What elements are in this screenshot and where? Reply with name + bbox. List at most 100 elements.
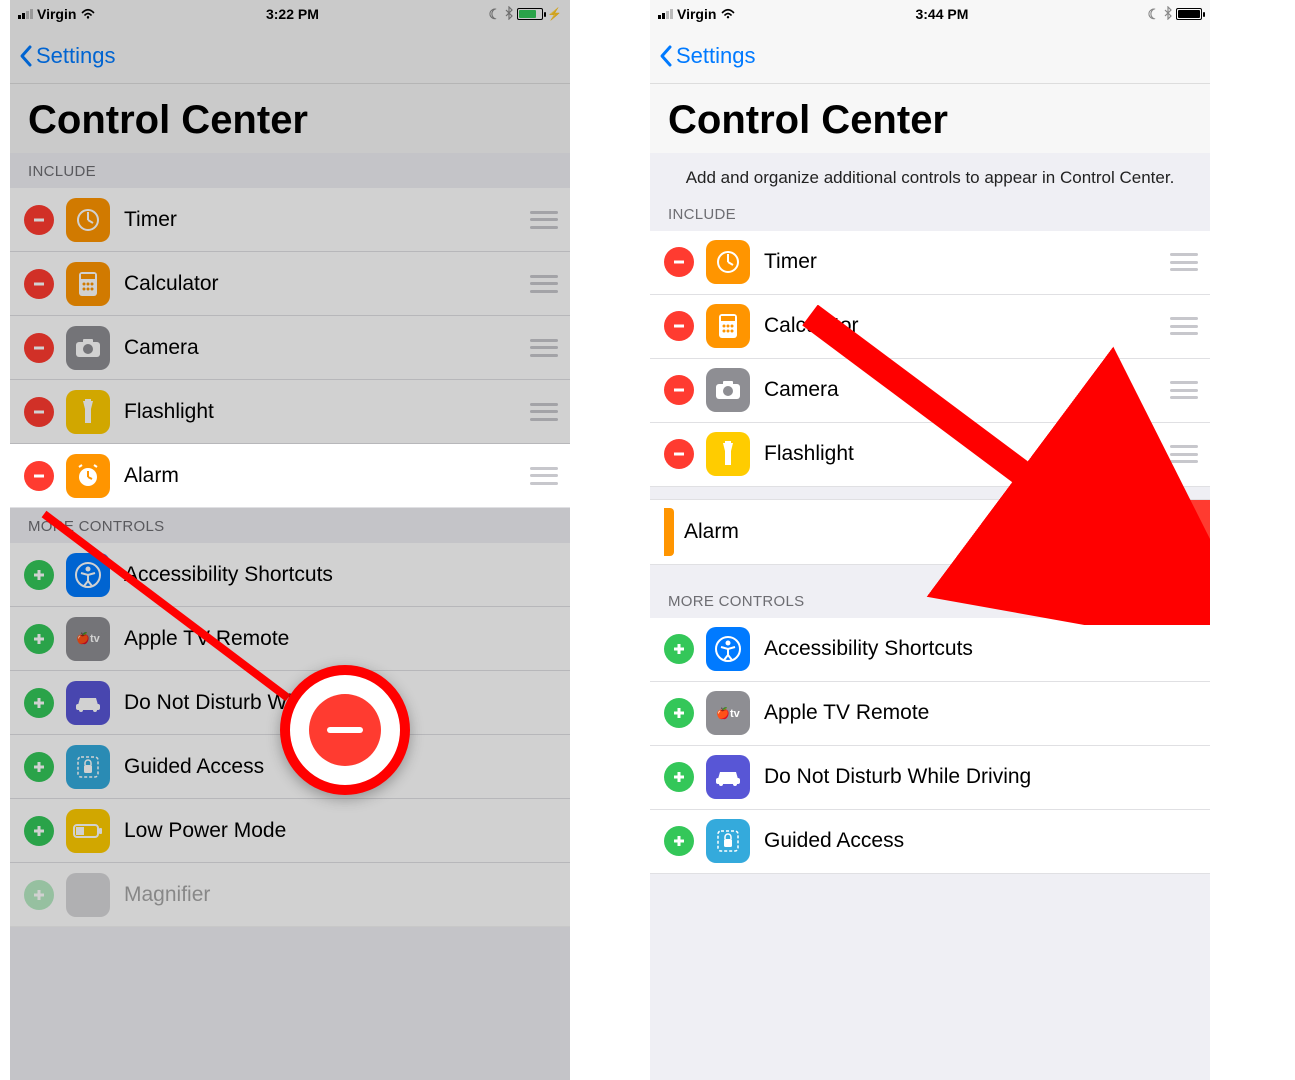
row-label: Apple TV Remote	[764, 701, 1198, 725]
back-button[interactable]: Settings	[658, 43, 756, 69]
more-row-accessibility[interactable]: Accessibility Shortcuts	[650, 618, 1210, 682]
include-row-alarm[interactable]: Alarm	[10, 444, 570, 508]
row-label: Timer	[764, 250, 1160, 274]
add-plus-icon[interactable]	[24, 560, 54, 590]
row-label: Alarm	[124, 464, 520, 488]
more-row-appletv[interactable]: 🍎tv Apple TV Remote	[650, 682, 1210, 746]
remove-minus-icon[interactable]	[664, 247, 694, 277]
include-row-calculator[interactable]: Calculator	[650, 295, 1210, 359]
more-row-guided[interactable]: Guided Access	[650, 810, 1210, 874]
row-label: Calculator	[764, 314, 1160, 338]
section-more-label: MORE CONTROLS	[10, 508, 570, 543]
add-plus-icon[interactable]	[664, 698, 694, 728]
drag-handle-icon[interactable]	[1046, 523, 1074, 541]
more-row-appletv[interactable]: 🍎tv Apple TV Remote	[10, 607, 570, 671]
remove-minus-icon[interactable]	[664, 439, 694, 469]
drag-handle-icon[interactable]	[530, 211, 558, 229]
drag-handle-icon[interactable]	[1170, 253, 1198, 271]
row-label: Do Not Disturb While Driving	[764, 765, 1198, 789]
include-row-flashlight[interactable]: Flashlight	[10, 380, 570, 444]
remove-button[interactable]: Remove	[1088, 500, 1210, 564]
include-list: Timer Calculator Camera Flashlight	[650, 231, 1210, 487]
car-icon	[66, 681, 110, 725]
camera-icon	[66, 326, 110, 370]
drag-handle-icon[interactable]	[530, 275, 558, 293]
back-label: Settings	[676, 43, 756, 69]
remove-minus-icon[interactable]	[24, 269, 54, 299]
clock-label: 3:44 PM	[915, 6, 968, 22]
row-label: Low Power Mode	[124, 819, 558, 843]
row-label: Accessibility Shortcuts	[764, 637, 1198, 661]
back-label: Settings	[36, 43, 116, 69]
row-label: Alarm	[684, 520, 1036, 544]
battery-icon	[1176, 8, 1202, 20]
calculator-icon	[706, 304, 750, 348]
row-label: Magnifier	[124, 883, 558, 907]
remove-minus-icon[interactable]	[24, 461, 54, 491]
more-list: Accessibility Shortcuts 🍎tv Apple TV Rem…	[650, 618, 1210, 874]
remove-minus-icon	[309, 694, 381, 766]
annotation-magnifier	[280, 665, 410, 795]
include-row-timer[interactable]: Timer	[10, 188, 570, 252]
row-label: Calculator	[124, 272, 520, 296]
section-include-label: INCLUDE	[10, 153, 570, 188]
timer-icon	[706, 240, 750, 284]
drag-handle-icon[interactable]	[530, 339, 558, 357]
more-row-accessibility[interactable]: Accessibility Shortcuts	[10, 543, 570, 607]
add-plus-icon[interactable]	[24, 752, 54, 782]
add-plus-icon[interactable]	[24, 880, 54, 910]
remove-minus-icon[interactable]	[24, 205, 54, 235]
cell-signal-icon	[658, 9, 673, 19]
carrier-label: Virgin	[677, 6, 716, 22]
camera-icon	[706, 368, 750, 412]
nav-bar: Settings	[10, 28, 570, 84]
back-button[interactable]: Settings	[18, 43, 116, 69]
remove-minus-icon[interactable]	[664, 311, 694, 341]
include-row-camera[interactable]: Camera	[10, 316, 570, 380]
dnd-moon-icon: ☾	[1147, 6, 1160, 23]
carrier-label: Virgin	[37, 6, 76, 22]
screenshot-left: Virgin 3:22 PM ☾ ⚡ Settings Control Cent…	[10, 0, 570, 1080]
more-row-dnd-driving[interactable]: Do Not Disturb While Driving	[650, 746, 1210, 810]
remove-minus-icon[interactable]	[664, 375, 694, 405]
drag-handle-icon[interactable]	[1170, 317, 1198, 335]
alarm-icon-sliver	[664, 508, 674, 556]
add-plus-icon[interactable]	[664, 634, 694, 664]
apple-tv-icon: 🍎tv	[706, 691, 750, 735]
battery-icon	[66, 809, 110, 853]
alarm-icon	[66, 454, 110, 498]
more-row-magnifier[interactable]: Magnifier	[10, 863, 570, 927]
include-row-flashlight[interactable]: Flashlight	[650, 423, 1210, 487]
include-row-timer[interactable]: Timer	[650, 231, 1210, 295]
add-plus-icon[interactable]	[664, 762, 694, 792]
add-plus-icon[interactable]	[24, 624, 54, 654]
section-include-label: INCLUDE	[650, 196, 1210, 231]
cell-signal-icon	[18, 9, 33, 19]
wifi-icon	[80, 6, 96, 23]
flashlight-icon	[66, 390, 110, 434]
accessibility-icon	[706, 627, 750, 671]
add-plus-icon[interactable]	[24, 688, 54, 718]
add-plus-icon[interactable]	[24, 816, 54, 846]
remove-minus-icon[interactable]	[24, 333, 54, 363]
drag-handle-icon[interactable]	[530, 467, 558, 485]
drag-handle-icon[interactable]	[1170, 381, 1198, 399]
row-label: Timer	[124, 208, 520, 232]
more-row-low-power[interactable]: Low Power Mode	[10, 799, 570, 863]
include-row-calculator[interactable]: Calculator	[10, 252, 570, 316]
row-label: Camera	[124, 336, 520, 360]
status-bar: Virgin 3:22 PM ☾ ⚡	[10, 0, 570, 28]
add-plus-icon[interactable]	[664, 826, 694, 856]
remove-minus-icon[interactable]	[24, 397, 54, 427]
magnifier-icon	[66, 873, 110, 917]
section-more-label: MORE CONTROLS	[650, 565, 1210, 618]
row-label: Apple TV Remote	[124, 627, 558, 651]
dnd-moon-icon: ☾	[488, 6, 501, 23]
drag-handle-icon[interactable]	[1170, 445, 1198, 463]
include-row-camera[interactable]: Camera	[650, 359, 1210, 423]
include-row-alarm-swiped[interactable]: Alarm Remove	[650, 499, 1210, 565]
battery-icon	[517, 8, 543, 20]
drag-handle-icon[interactable]	[530, 403, 558, 421]
wifi-icon	[720, 6, 736, 23]
row-label: Guided Access	[764, 829, 1198, 853]
